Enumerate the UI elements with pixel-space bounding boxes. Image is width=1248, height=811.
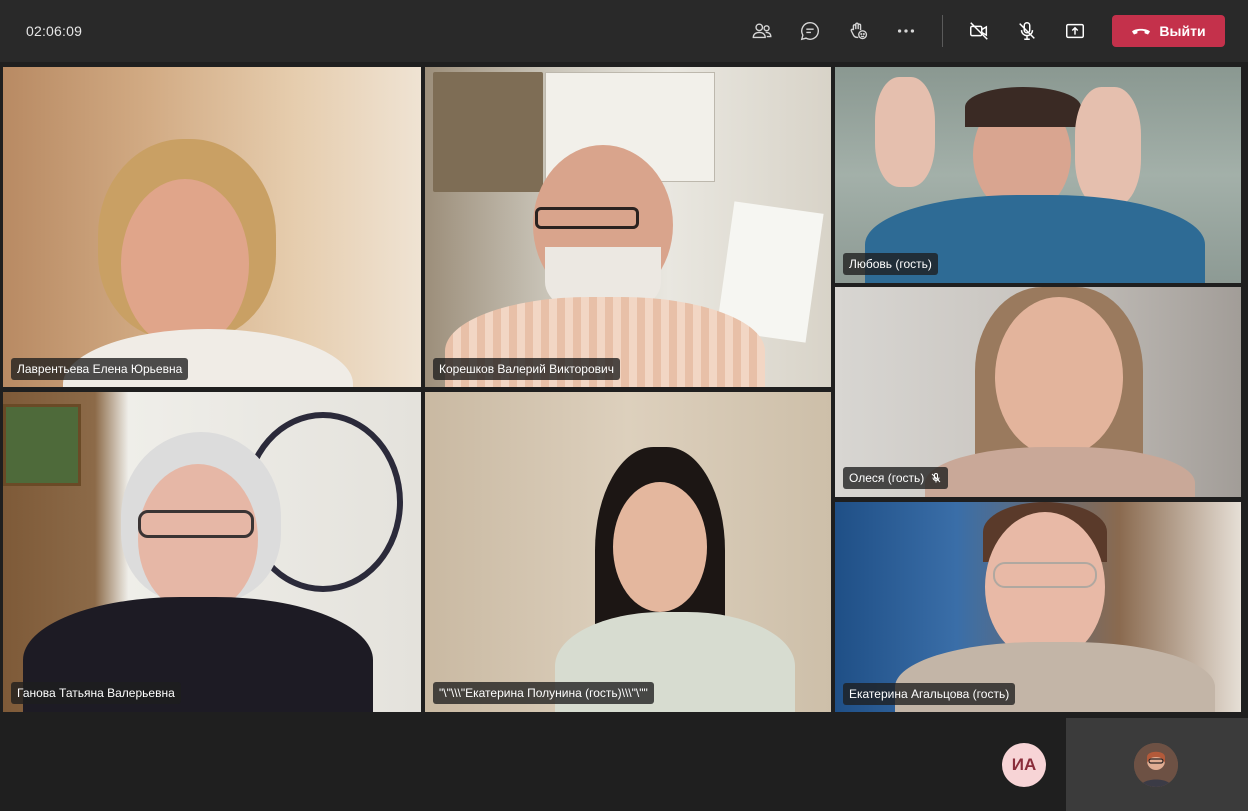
meeting-window: 02:06:09 Выйти Лаврентьева Елена Юрьевна… xyxy=(0,0,1248,811)
participant-hand xyxy=(875,77,935,187)
participant-face xyxy=(121,179,249,349)
participant-name: Олеся (гость) xyxy=(849,471,925,485)
camera-off-icon xyxy=(970,22,988,40)
participant-glasses xyxy=(993,562,1097,588)
share-screen-icon xyxy=(1066,23,1084,39)
reactions-icon xyxy=(850,22,868,40)
participant-face xyxy=(613,482,707,612)
participant-name: Екатерина Агальцова (гость) xyxy=(849,687,1010,701)
chat-button[interactable] xyxy=(795,16,825,46)
video-tile[interactable]: Лаврентьева Елена Юрьевна xyxy=(3,67,421,387)
participant-initials-avatar[interactable]: ИА xyxy=(1002,743,1046,787)
reactions-button[interactable] xyxy=(843,16,873,46)
video-tile[interactable]: Корешков Валерий Викторович xyxy=(425,67,831,387)
meeting-timer: 02:06:09 xyxy=(26,23,83,39)
video-tile[interactable]: Ганова Татьяна Валерьевна xyxy=(3,392,421,712)
wall-painting xyxy=(3,404,81,486)
phone-hangup-icon xyxy=(1132,28,1151,35)
mic-off-icon xyxy=(1019,22,1035,40)
participant-name: Ганова Татьяна Валерьевна xyxy=(17,686,175,700)
participant-name-tag: Ганова Татьяна Валерьевна xyxy=(11,682,181,704)
window-edge xyxy=(1244,62,1248,718)
self-avatar xyxy=(1134,743,1178,787)
participant-name: Лаврентьева Елена Юрьевна xyxy=(17,362,183,376)
more-options-icon xyxy=(897,29,915,33)
participant-glasses xyxy=(535,207,639,229)
video-tile[interactable]: Екатерина Агальцова (гость) xyxy=(835,502,1241,712)
participant-face xyxy=(995,297,1123,457)
more-options-button[interactable] xyxy=(891,16,921,46)
video-tile[interactable]: Любовь (гость) xyxy=(835,67,1241,283)
participant-name: Любовь (гость) xyxy=(849,257,932,271)
participant-name-tag: "\"\\\"Екатерина Полунина (гость)\\\"\"" xyxy=(433,682,654,704)
share-screen-button[interactable] xyxy=(1060,16,1090,46)
participant-name-tag: Любовь (гость) xyxy=(843,253,938,275)
wall-poster xyxy=(433,72,543,192)
chat-icon xyxy=(800,22,819,41)
participant-name: "\"\\\"Екатерина Полунина (гость)\\\"\"" xyxy=(439,686,648,700)
leave-label: Выйти xyxy=(1159,23,1206,39)
meeting-toolbar: 02:06:09 Выйти xyxy=(0,0,1248,62)
mic-toggle-button[interactable] xyxy=(1012,16,1042,46)
camera-toggle-button[interactable] xyxy=(964,16,994,46)
participant-name-tag: Лаврентьева Елена Юрьевна xyxy=(11,358,189,380)
participants-button[interactable] xyxy=(747,16,777,46)
participants-icon xyxy=(752,23,772,39)
toolbar-divider xyxy=(942,15,943,47)
participant-hair xyxy=(965,87,1081,127)
participant-glasses xyxy=(138,510,254,538)
avatar-photo-icon xyxy=(1134,743,1178,787)
participant-name-tag: Корешков Валерий Викторович xyxy=(433,358,620,380)
participant-name-tag: Екатерина Агальцова (гость) xyxy=(843,683,1016,705)
video-tile[interactable]: "\"\\\"Екатерина Полунина (гость)\\\"\"" xyxy=(425,392,831,712)
participant-name-tag: Олеся (гость) xyxy=(843,467,949,489)
participant-name: Корешков Валерий Викторович xyxy=(439,362,614,376)
mic-muted-icon xyxy=(931,473,941,483)
video-tile[interactable]: Олеся (гость) xyxy=(835,287,1241,497)
leave-button[interactable]: Выйти xyxy=(1112,15,1225,47)
participant-face xyxy=(138,464,258,614)
participant-hand xyxy=(1075,87,1141,207)
